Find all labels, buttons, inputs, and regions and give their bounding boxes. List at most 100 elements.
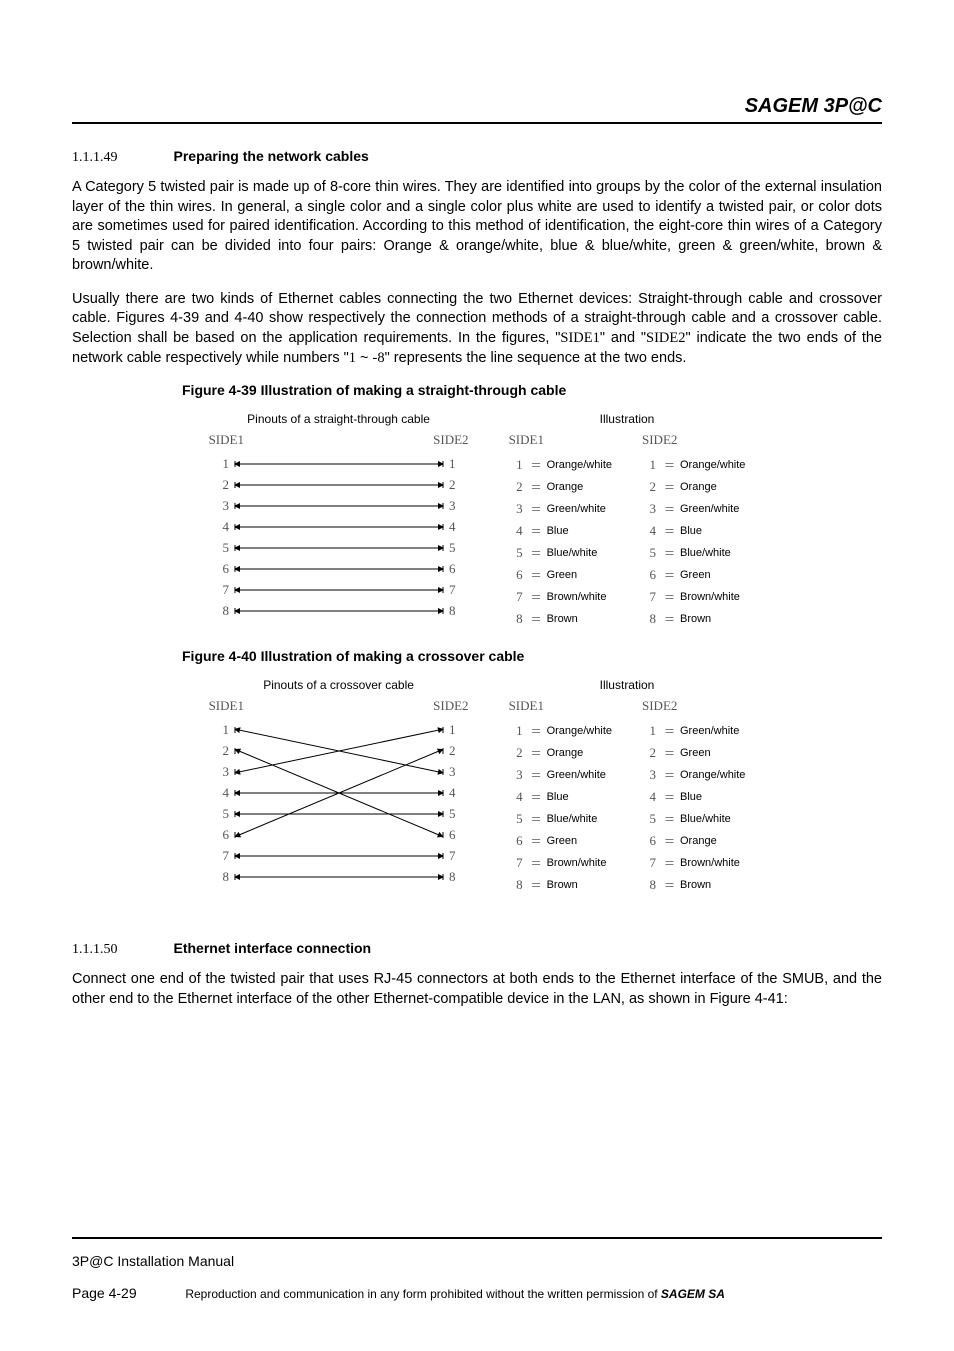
paragraph: A Category 5 twisted pair is made up of … (72, 178, 882, 276)
inline-code: SIDE2 (646, 330, 685, 346)
equals-icon: ＝ (531, 723, 541, 739)
svg-text:3: 3 (222, 764, 229, 779)
color-label: Brown/white (547, 591, 607, 603)
pin-number: 1 (642, 723, 656, 739)
color-row: 4＝Blue (642, 520, 745, 542)
footer-page-number: Page 4-29 (72, 1285, 182, 1301)
section-title: Ethernet interface connection (174, 940, 372, 956)
color-label: Green (547, 835, 578, 847)
pinout-diagram: 1122334455667788 (209, 720, 469, 900)
pin-number: 1 (642, 457, 656, 473)
footer-bottom-line: Page 4-29 Reproduction and communication… (72, 1285, 882, 1301)
pin-number: 6 (642, 567, 656, 583)
pin-number: 2 (509, 745, 523, 761)
color-row: 5＝Blue/white (509, 542, 612, 564)
color-row: 7＝Brown/white (642, 586, 745, 608)
side-label: SIDE1 (509, 698, 612, 714)
equals-icon: ＝ (664, 479, 674, 495)
equals-icon: ＝ (531, 877, 541, 893)
color-label: Blue/white (680, 813, 731, 825)
color-label: Brown (547, 613, 578, 625)
svg-text:7: 7 (449, 848, 456, 863)
color-label: Green (680, 569, 711, 581)
color-row: 4＝Blue (509, 786, 612, 808)
figure-40: Pinouts of a crossover cable SIDE1 SIDE2… (72, 672, 882, 900)
color-label: Orange (680, 481, 717, 493)
equals-icon: ＝ (664, 545, 674, 561)
svg-text:3: 3 (222, 498, 229, 513)
color-row: 8＝Brown (642, 874, 745, 896)
equals-icon: ＝ (531, 833, 541, 849)
figure-39: Pinouts of a straight-through cable SIDE… (72, 406, 882, 634)
section-heading-1: 1.1.1.49 Preparing the network cables (72, 148, 882, 166)
text: ~ (356, 350, 373, 366)
svg-text:8: 8 (449, 869, 456, 884)
text: " represents the line sequence at the tw… (385, 350, 687, 366)
svg-text:4: 4 (449, 785, 456, 800)
svg-text:8: 8 (449, 603, 456, 618)
equals-icon: ＝ (531, 523, 541, 539)
svg-text:5: 5 (222, 540, 229, 555)
color-label: Green/white (680, 503, 739, 515)
pin-number: 8 (642, 877, 656, 893)
color-label: Green/white (547, 769, 606, 781)
color-label: Green (547, 569, 578, 581)
svg-text:1: 1 (449, 456, 456, 471)
svg-text:1: 1 (222, 456, 229, 471)
color-label: Blue (680, 791, 702, 803)
side-label: SIDE2 (433, 698, 468, 714)
section-heading-2: 1.1.1.50 Ethernet interface connection (72, 940, 882, 958)
color-label: Orange/white (547, 725, 612, 737)
pin-number: 7 (509, 855, 523, 871)
color-row: 1＝Orange/white (509, 720, 612, 742)
equals-icon: ＝ (664, 833, 674, 849)
section-number: 1.1.1.50 (72, 942, 118, 958)
svg-text:7: 7 (222, 848, 229, 863)
figure-caption: Figure 4-39 Illustration of making a str… (182, 382, 882, 398)
inline-code: SIDE1 (560, 330, 599, 346)
svg-text:4: 4 (222, 785, 229, 800)
pin-number: 6 (509, 567, 523, 583)
side-label: SIDE2 (642, 698, 745, 714)
pin-number: 5 (509, 811, 523, 827)
color-row: 2＝Orange (642, 476, 745, 498)
equals-icon: ＝ (664, 811, 674, 827)
equals-icon: ＝ (664, 589, 674, 605)
color-row: 8＝Brown (509, 874, 612, 896)
svg-text:4: 4 (222, 519, 229, 534)
color-label: Brown (547, 879, 578, 891)
equals-icon: ＝ (664, 745, 674, 761)
side-label: SIDE1 (209, 698, 244, 714)
color-row: 1＝Orange/white (642, 454, 745, 476)
pin-number: 3 (509, 501, 523, 517)
color-label: Blue (547, 791, 569, 803)
color-row: 7＝Brown/white (642, 852, 745, 874)
illustration-table: SIDE11＝Orange/white2＝Orange3＝Green/white… (509, 698, 746, 896)
pin-number: 7 (509, 589, 523, 605)
color-label: Blue/white (547, 547, 598, 559)
color-row: 1＝Orange/white (509, 454, 612, 476)
color-label: Orange (547, 481, 584, 493)
color-row: 2＝Orange (509, 476, 612, 498)
svg-text:4: 4 (449, 519, 456, 534)
color-label: Brown/white (680, 591, 740, 603)
color-row: 8＝Brown (509, 608, 612, 630)
svg-text:1: 1 (222, 722, 229, 737)
svg-text:2: 2 (222, 743, 229, 758)
pinout-diagram: 1122334455667788 (209, 454, 469, 634)
svg-text:3: 3 (449, 498, 456, 513)
side-label: SIDE2 (433, 432, 468, 448)
svg-text:8: 8 (222, 869, 229, 884)
inline-code: 1 (349, 350, 356, 366)
page-header-brand: SAGEM 3P@C (72, 95, 882, 122)
equals-icon: ＝ (664, 457, 674, 473)
color-row: 2＝Green (642, 742, 745, 764)
color-label: Brown/white (547, 857, 607, 869)
paragraph: Connect one end of the twisted pair that… (72, 970, 882, 1009)
svg-text:6: 6 (222, 561, 229, 576)
equals-icon: ＝ (664, 767, 674, 783)
illustration-side: SIDE21＝Green/white2＝Green3＝Orange/white4… (642, 698, 745, 896)
illustration-side: SIDE21＝Orange/white2＝Orange3＝Green/white… (642, 432, 745, 630)
equals-icon: ＝ (664, 877, 674, 893)
figure-illustration-column: Illustration SIDE11＝Orange/white2＝Orange… (509, 672, 746, 900)
